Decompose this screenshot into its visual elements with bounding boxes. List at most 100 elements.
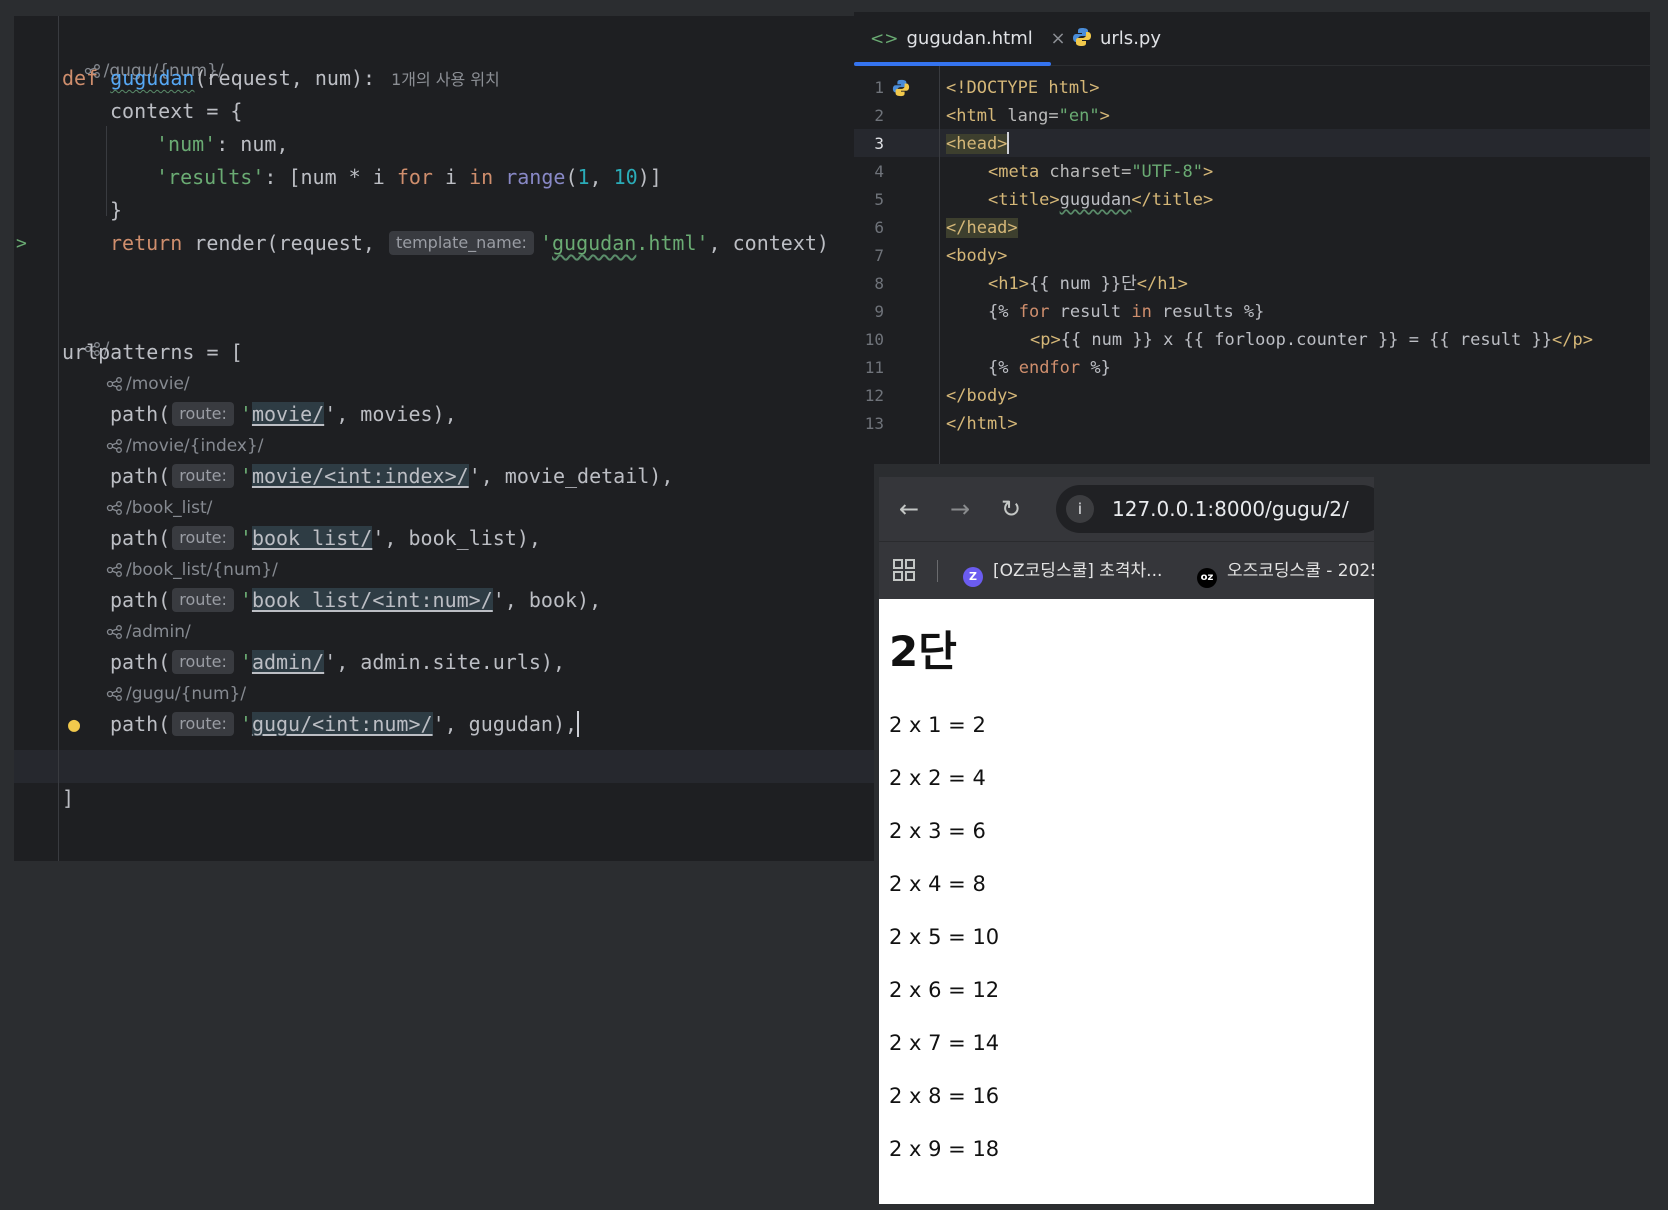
template-line-10[interactable]: 10 <p>{{ num }} x {{ forloop.counter }} =… bbox=[854, 325, 1650, 355]
template-line-12[interactable]: 12 </body> bbox=[854, 381, 1650, 411]
code-line-path[interactable]: path(route:'book_list/<int:num>/', book)… bbox=[14, 584, 874, 617]
template-line-5[interactable]: 5 <title>gugudan</title> bbox=[854, 185, 1650, 215]
template-editor-pane[interactable]: <> gugudan.html × urls.py 1 <!DOCTYPE html… bbox=[854, 12, 1650, 464]
apps-grid-icon[interactable] bbox=[893, 542, 915, 600]
address-bar[interactable]: i 127.0.0.1:8000/gugu/2/ bbox=[1056, 485, 1374, 533]
line-number: 9 bbox=[874, 302, 884, 321]
tab-gugudan-html[interactable]: <> gugudan.html × bbox=[870, 12, 1066, 66]
results-list: 2 x 1 = 2 2 x 2 = 4 2 x 3 = 6 2 x 4 = 8 2 x … bbox=[889, 699, 1374, 1176]
result-line: 2 x 6 = 12 bbox=[889, 978, 1000, 1002]
code-line-context[interactable]: context = { bbox=[14, 95, 874, 128]
template-line-2[interactable]: 2 <html lang="en"> bbox=[854, 101, 1650, 131]
range-builtin: range bbox=[505, 165, 566, 189]
for-keyword: for bbox=[396, 165, 433, 189]
code-line-path[interactable]: path(route:'movie/<int:index>/', movie_d… bbox=[14, 460, 874, 493]
template-name-inlay: template_name: bbox=[388, 231, 534, 255]
path-call: path( bbox=[110, 712, 171, 736]
bookmark-label: [OZ코딩스쿨] 초격차... bbox=[993, 561, 1163, 581]
result-line: 2 x 2 = 4 bbox=[889, 766, 986, 790]
route-hint[interactable]: /movie/{index}/ bbox=[106, 433, 264, 459]
route-pattern[interactable]: movie/<int:index>/ bbox=[251, 464, 469, 488]
range-close: )] bbox=[637, 165, 662, 189]
code-line-return[interactable]: > return render(request, template_name: '… bbox=[14, 227, 874, 260]
endpoint-icon bbox=[106, 501, 122, 515]
route-pattern[interactable]: admin/ bbox=[251, 650, 325, 674]
line-number: 2 bbox=[874, 106, 884, 125]
num-value: : num, bbox=[216, 132, 289, 156]
template-line-8[interactable]: 8 <h1>{{ num }}단</h1> bbox=[854, 269, 1650, 299]
route-inlay: route: bbox=[172, 526, 234, 550]
route-hint[interactable]: /gugu/{num}/ bbox=[62, 32, 224, 81]
route-pattern[interactable]: movie/ bbox=[251, 402, 325, 426]
template-file-link[interactable]: gugudan bbox=[552, 231, 636, 255]
range-comma: , bbox=[589, 165, 614, 189]
close-tab-icon[interactable]: × bbox=[1051, 28, 1066, 49]
template-line-3[interactable]: 3 <head> bbox=[854, 129, 1650, 159]
results-expr: : [num * i bbox=[264, 165, 397, 189]
forward-arrow-icon[interactable]: → bbox=[944, 493, 976, 525]
range-open: ( bbox=[565, 165, 578, 189]
result-line: 2 x 8 = 16 bbox=[889, 1084, 1000, 1108]
bookmark-oz-1[interactable]: Z [OZ코딩스쿨] 초격차... bbox=[963, 542, 1162, 600]
template-line-7[interactable]: 7 <body> bbox=[854, 241, 1650, 271]
route-view: ', book_list), bbox=[372, 526, 541, 550]
code-line-def[interactable]: def gugudan(request, num): 1개의 사용 위치 bbox=[14, 62, 874, 95]
function-name[interactable]: gugudan bbox=[110, 66, 194, 90]
route-hint[interactable]: /book_list/ bbox=[106, 495, 212, 521]
route-pattern[interactable]: book_list/ bbox=[251, 526, 373, 550]
root-route-hint[interactable]: / bbox=[62, 310, 109, 359]
current-line-highlight bbox=[14, 750, 874, 783]
code-line-path[interactable]: path(route:'movie/', movies), bbox=[14, 398, 874, 431]
route-pattern[interactable]: book_list/<int:num>/ bbox=[251, 588, 493, 612]
template-line-6[interactable]: 6 </head> bbox=[854, 213, 1650, 243]
template-line-4[interactable]: 4 <meta charset="UTF-8"> bbox=[854, 157, 1650, 187]
code-line-close-brace[interactable]: } bbox=[14, 194, 874, 227]
line-number: 13 bbox=[864, 414, 884, 433]
usage-count-hint[interactable]: 1개의 사용 위치 bbox=[391, 70, 500, 89]
route-hint[interactable]: /gugu/{num}/ bbox=[106, 681, 246, 707]
line-number: 6 bbox=[874, 218, 884, 237]
route-hint[interactable]: /movie/ bbox=[106, 371, 190, 397]
tab-label: urls.py bbox=[1100, 28, 1161, 49]
code-line-path[interactable]: path(route:'book_list/', book_list), bbox=[14, 522, 874, 555]
route-quote: ' bbox=[239, 402, 252, 426]
route-hint-text: /book_list/{num}/ bbox=[126, 560, 278, 580]
template-line-11[interactable]: 11 {% endfor %} bbox=[854, 353, 1650, 383]
route-hint[interactable]: /admin/ bbox=[106, 619, 191, 645]
back-arrow-icon[interactable]: ← bbox=[893, 493, 925, 525]
code-line-urlpatterns[interactable]: urlpatterns = [ bbox=[14, 336, 874, 369]
code-line-results[interactable]: 'results': [num * i for i in range(1, 10… bbox=[14, 161, 874, 194]
line-number: 3 bbox=[874, 134, 884, 153]
site-info-icon[interactable]: i bbox=[1066, 495, 1094, 523]
meta-tag: <meta bbox=[988, 162, 1040, 182]
result-line: 2 x 5 = 10 bbox=[889, 925, 1000, 949]
template-line-1[interactable]: 1 <!DOCTYPE html> bbox=[854, 73, 1650, 103]
lightbulb-icon[interactable]: ● bbox=[68, 708, 80, 741]
in-keyword: in bbox=[469, 165, 494, 189]
reload-icon[interactable]: ↻ bbox=[995, 493, 1027, 525]
run-arrow-icon[interactable]: > bbox=[16, 227, 27, 260]
line-number: 1 bbox=[874, 78, 884, 97]
code-line-path[interactable]: path(route:'admin/', admin.site.urls), bbox=[14, 646, 874, 679]
tmpl-close: %} bbox=[1080, 358, 1111, 378]
function-params: (request, num): bbox=[194, 66, 376, 90]
code-line-num[interactable]: 'num': num, bbox=[14, 128, 874, 161]
route-hint[interactable]: /book_list/{num}/ bbox=[106, 557, 278, 583]
route-quote: ' bbox=[239, 712, 252, 736]
loop-var: i bbox=[432, 165, 470, 189]
p-template: {{ num }} x {{ forloop.counter }} = {{ r… bbox=[1060, 330, 1552, 350]
template-line-9[interactable]: 9 {% for result in results %} bbox=[854, 297, 1650, 327]
template-line-13[interactable]: 13 </html> bbox=[854, 409, 1650, 439]
route-pattern[interactable]: gugu/<int:num>/ bbox=[251, 712, 433, 736]
line-number: 10 bbox=[864, 330, 884, 349]
text-caret bbox=[1007, 132, 1010, 154]
route-inlay: route: bbox=[172, 402, 234, 426]
body-close-tag: </body> bbox=[946, 386, 1018, 406]
views-editor-pane[interactable]: /gugu/{num}/ def gugudan(request, num): 1… bbox=[14, 16, 874, 861]
code-line-close-bracket[interactable]: ] bbox=[14, 782, 874, 815]
path-call: path( bbox=[110, 464, 171, 488]
python-icon[interactable] bbox=[892, 79, 910, 97]
bookmark-oz-2[interactable]: oz 오즈코딩스쿨 - 2025 bbox=[1197, 542, 1374, 600]
code-line-path[interactable]: ● path(route:'gugu/<int:num>/', gugudan), bbox=[14, 708, 874, 741]
tab-urls-py[interactable]: urls.py bbox=[1072, 12, 1161, 66]
